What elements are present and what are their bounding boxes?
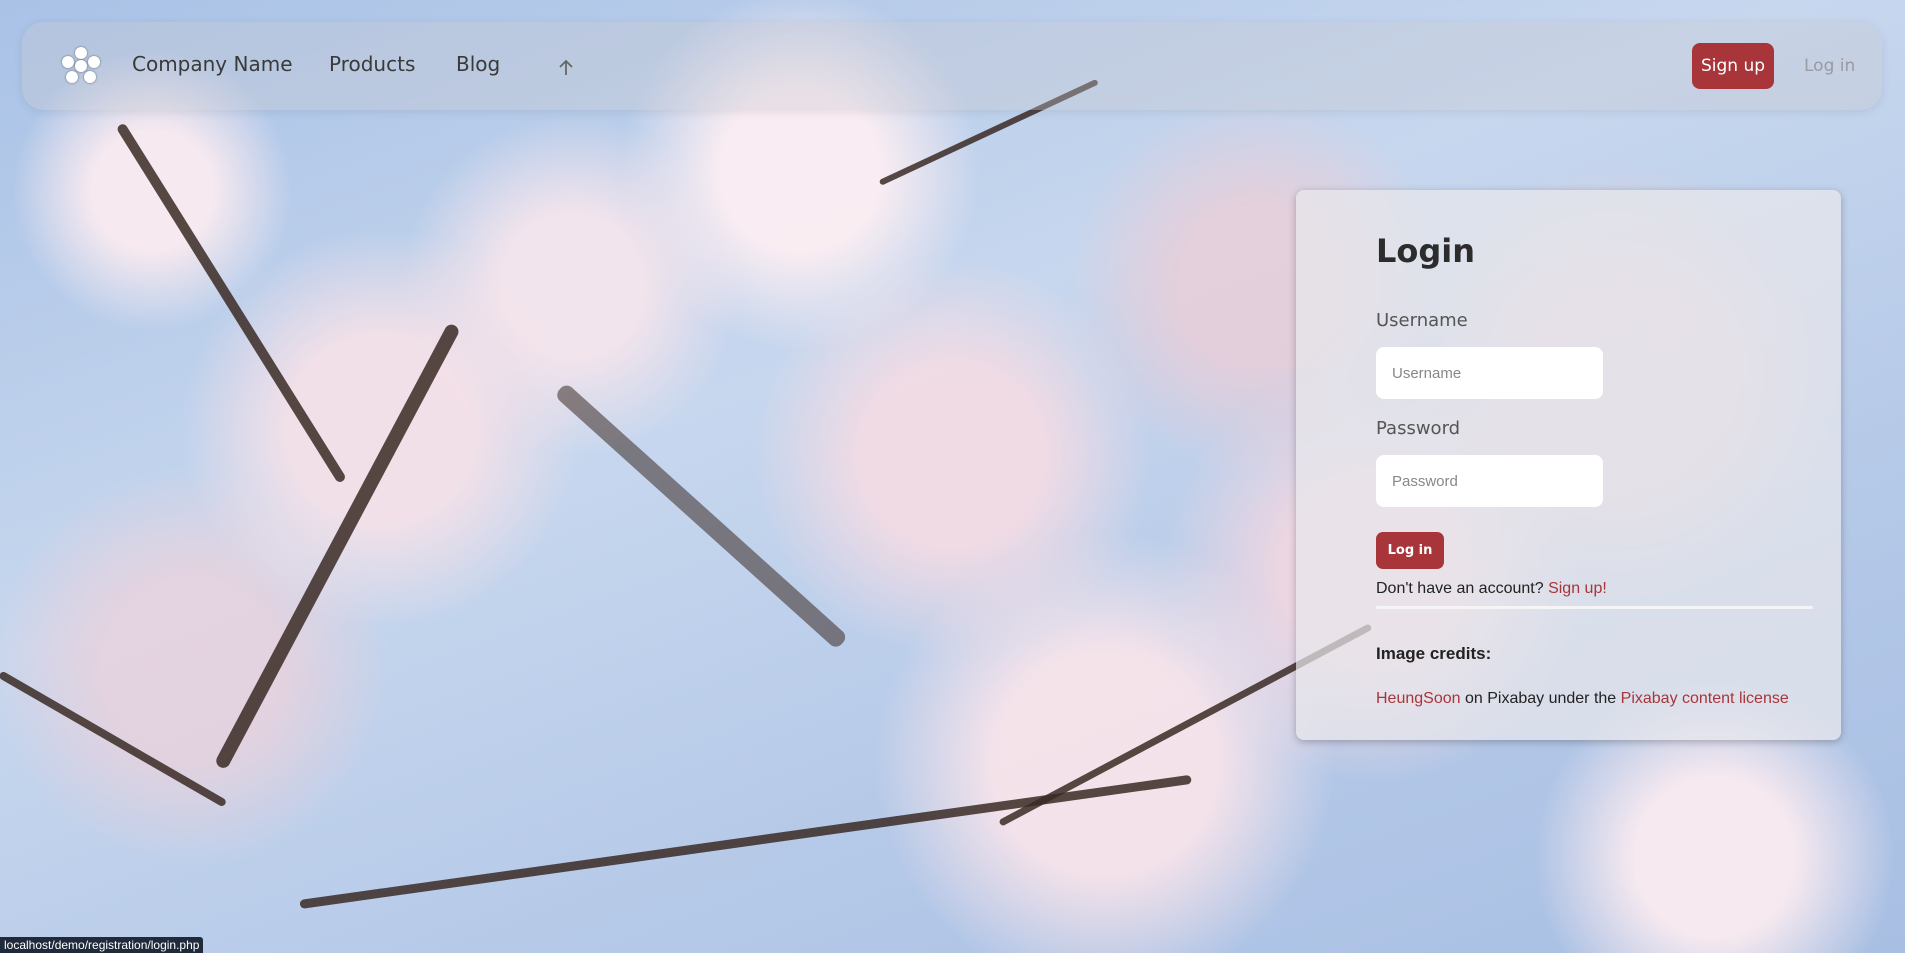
no-account-text: Don't have an account? Sign up! bbox=[1376, 580, 1607, 598]
divider bbox=[1376, 606, 1813, 609]
author-link[interactable]: HeungSoon bbox=[1376, 690, 1461, 707]
status-bar-url: localhost/demo/registration/login.php bbox=[0, 937, 204, 953]
signup-button[interactable]: Sign up bbox=[1692, 43, 1774, 89]
top-navbar: Company Name Products Blog Sign up Log i… bbox=[22, 22, 1882, 110]
login-title: Login bbox=[1376, 232, 1476, 270]
password-label: Password bbox=[1376, 418, 1461, 439]
username-input[interactable] bbox=[1376, 347, 1603, 399]
arrow-up-icon[interactable] bbox=[556, 58, 580, 82]
credits-text: HeungSoon on Pixabay under the Pixabay c… bbox=[1376, 690, 1789, 708]
blog-link[interactable]: Blog bbox=[456, 52, 500, 76]
credits-title: Image credits: bbox=[1376, 644, 1492, 663]
flower-dots-logo-icon[interactable] bbox=[62, 47, 100, 85]
products-link[interactable]: Products bbox=[329, 52, 415, 76]
username-label: Username bbox=[1376, 310, 1468, 331]
password-input[interactable] bbox=[1376, 455, 1603, 507]
nav-login-link[interactable]: Log in bbox=[1804, 56, 1855, 76]
no-account-label: Don't have an account? bbox=[1376, 580, 1544, 597]
signup-link[interactable]: Sign up! bbox=[1548, 580, 1607, 597]
login-card: Login Username Password Log in Don't hav… bbox=[1296, 190, 1841, 740]
background-branch bbox=[115, 122, 347, 484]
background-branch bbox=[0, 670, 228, 808]
credits-middle-text: on Pixabay under the bbox=[1464, 690, 1617, 707]
license-link[interactable]: Pixabay content license bbox=[1621, 690, 1789, 707]
login-submit-button[interactable]: Log in bbox=[1376, 532, 1444, 569]
background-branch bbox=[553, 382, 849, 650]
company-name-link[interactable]: Company Name bbox=[132, 52, 293, 76]
background-branch bbox=[213, 322, 461, 771]
